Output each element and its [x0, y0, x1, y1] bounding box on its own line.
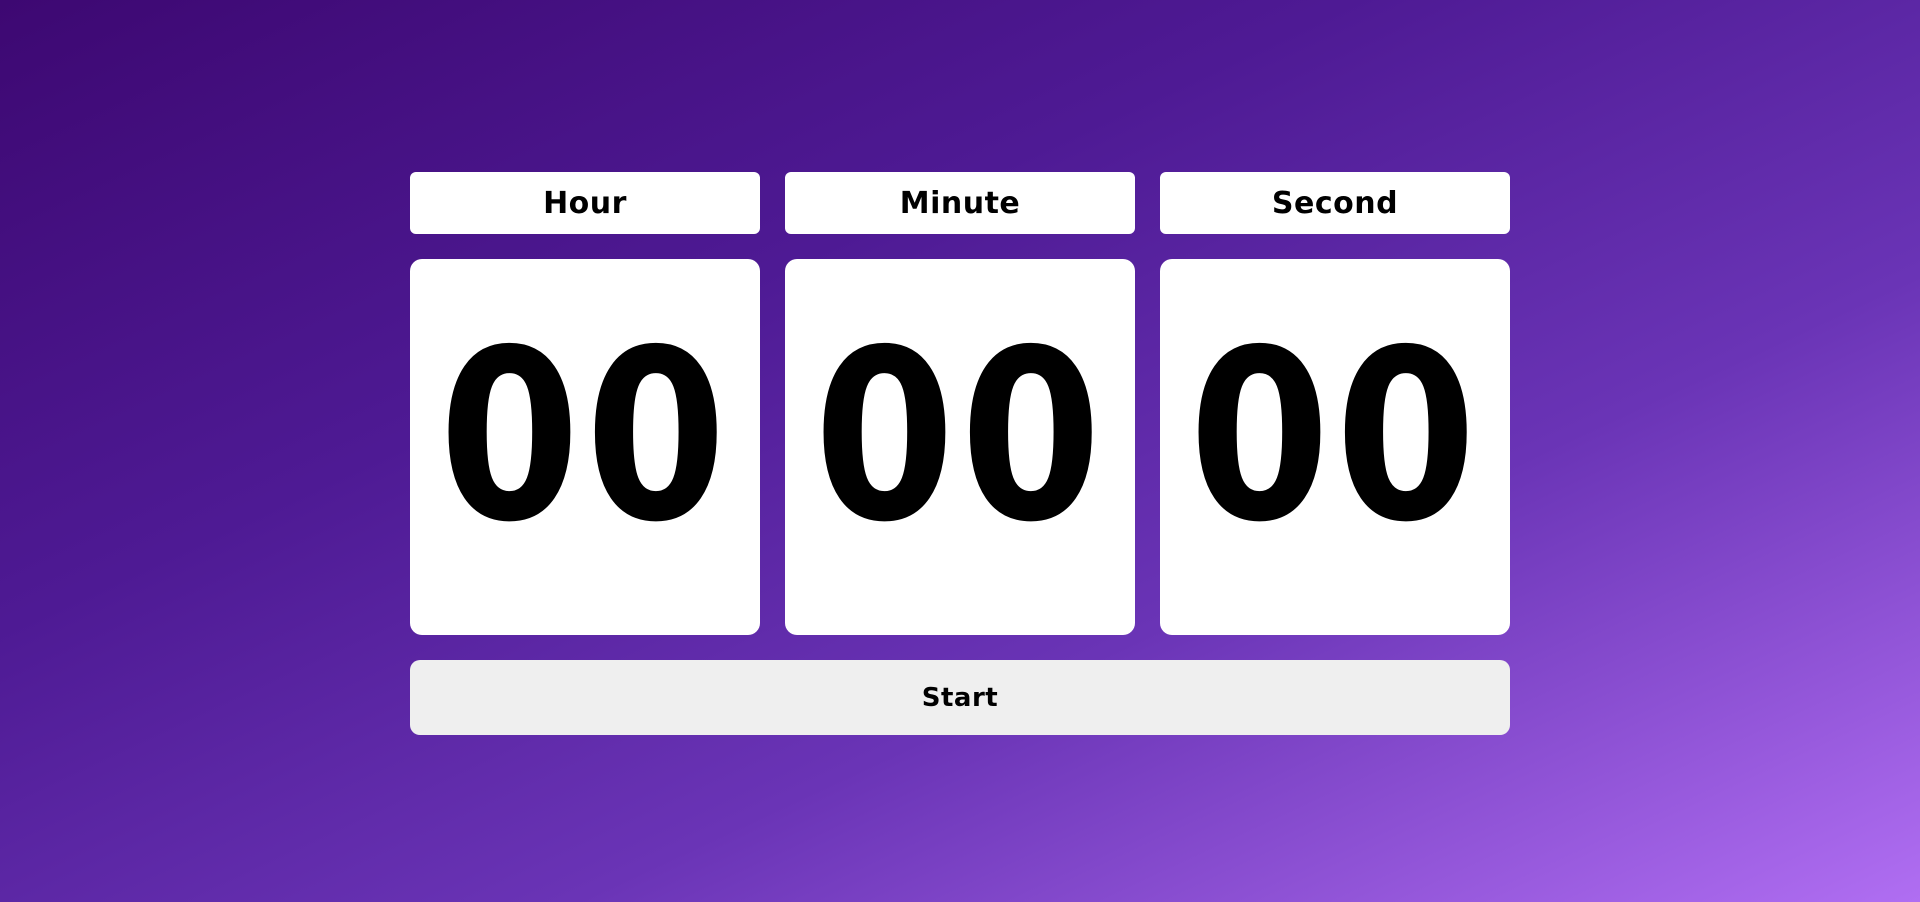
second-label-box: Second: [1160, 172, 1510, 234]
hour-label: Hour: [543, 185, 627, 221]
digits-row: 00 00 00: [410, 259, 1510, 635]
hour-value: 00: [438, 299, 732, 574]
minute-label-box: Minute: [785, 172, 1135, 234]
start-button-label: Start: [921, 682, 999, 713]
unit-labels-row: Hour Minute Second: [410, 172, 1510, 234]
hour-display[interactable]: 00: [410, 259, 760, 635]
countdown-timer: Hour Minute Second 00 00 00 Start: [410, 172, 1510, 735]
minute-label: Minute: [899, 185, 1021, 221]
second-label: Second: [1271, 185, 1399, 221]
hour-label-box: Hour: [410, 172, 760, 234]
minute-value: 00: [813, 299, 1107, 574]
second-display[interactable]: 00: [1160, 259, 1510, 635]
minute-display[interactable]: 00: [785, 259, 1135, 635]
start-button[interactable]: Start: [410, 660, 1510, 735]
second-value: 00: [1188, 299, 1482, 574]
